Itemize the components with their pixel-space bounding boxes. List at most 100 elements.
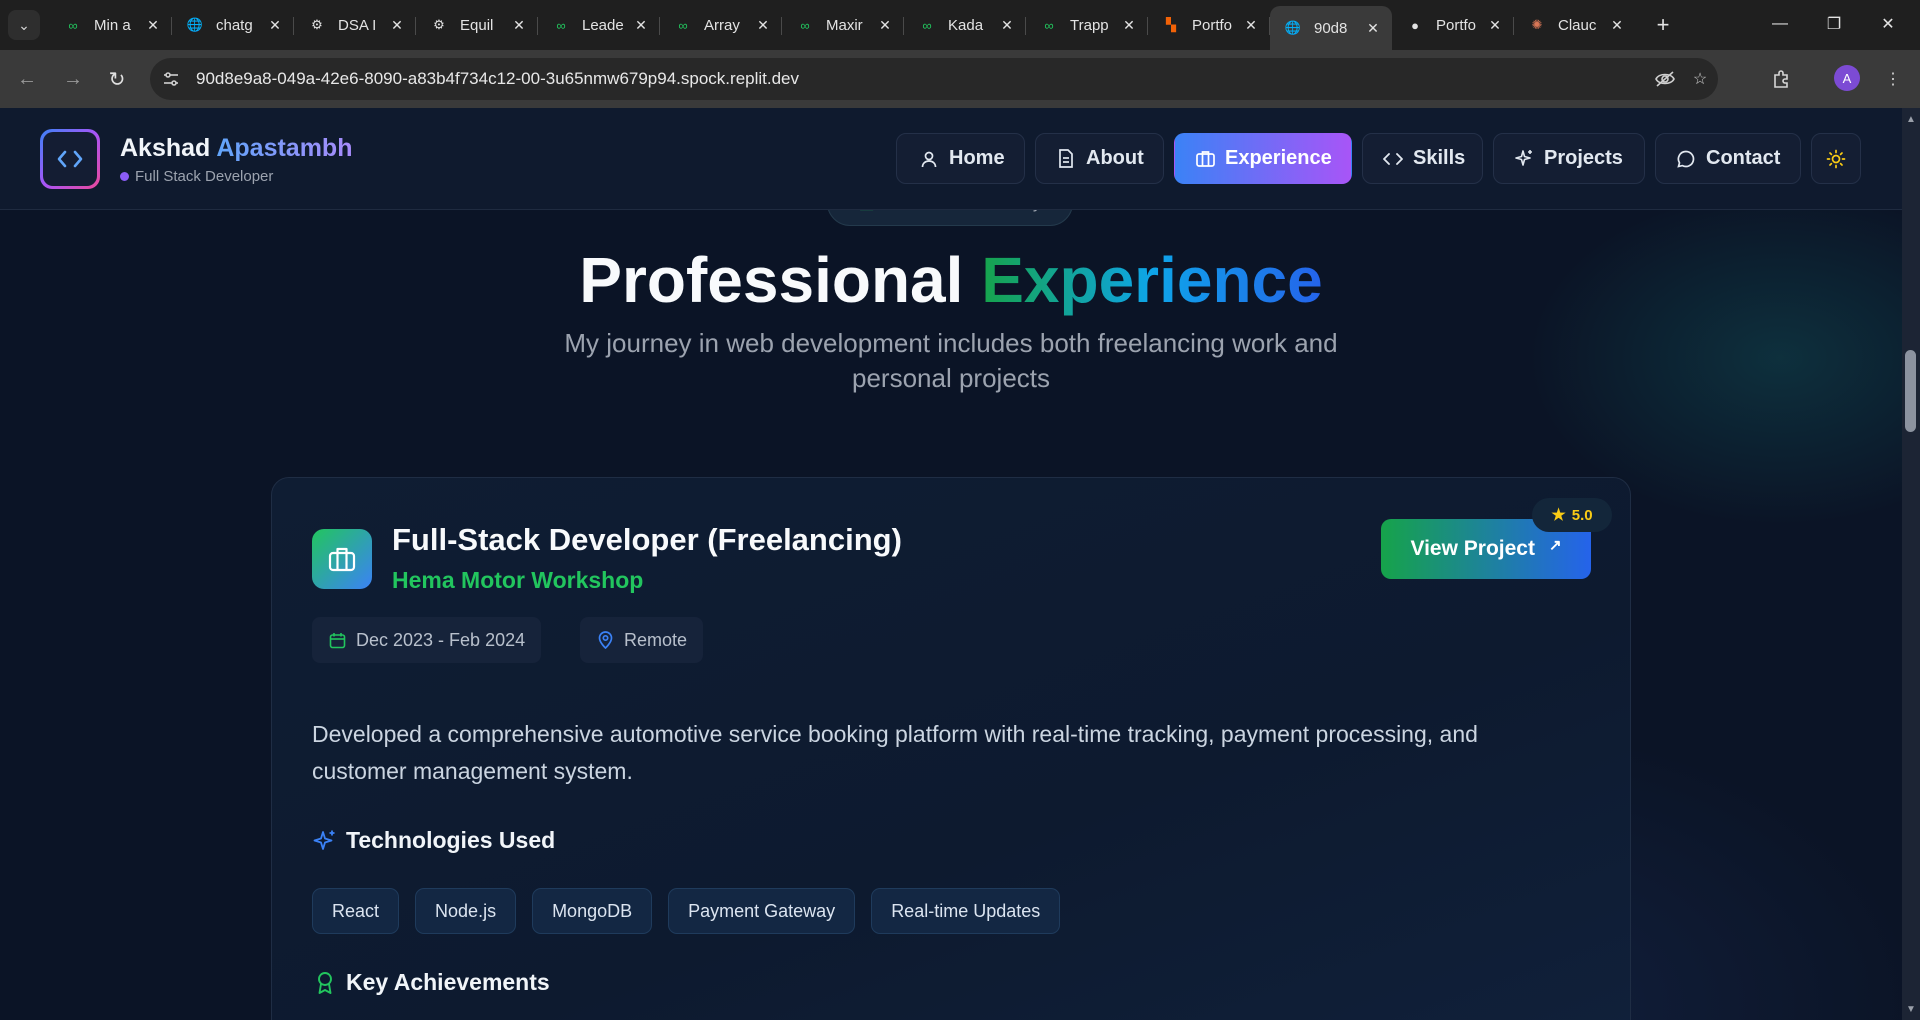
close-window-button[interactable]: ✕ [1860, 0, 1916, 48]
replit-icon: ▚ [1166, 17, 1176, 32]
nav-label: Contact [1706, 147, 1781, 169]
nav-about[interactable]: About [1035, 133, 1164, 184]
tab-title: Leade [582, 16, 624, 34]
view-project-label: View Project [1410, 537, 1535, 560]
tab-title: Maxir [826, 16, 863, 34]
tech-chip: React [312, 888, 400, 934]
scrollbar-thumb[interactable] [1905, 350, 1916, 432]
browser-tab[interactable]: ▚ Portfo ✕ [1148, 6, 1270, 44]
browser-tab[interactable]: ∞ Array ✕ [660, 6, 782, 44]
tab-title: Trapp [1070, 16, 1109, 34]
leetcode-icon: ∞ [922, 17, 932, 33]
star-icon[interactable]: ☆ [1687, 66, 1713, 92]
close-icon[interactable]: ✕ [754, 16, 772, 34]
job-title: Full-Stack Developer (Freelancing) [392, 522, 902, 557]
nav-home[interactable]: Home [896, 133, 1025, 184]
tab-title: Array [704, 16, 740, 34]
role-text: Full Stack Developer [135, 168, 274, 185]
tab-title: Portfo [1192, 16, 1233, 34]
extensions-icon[interactable] [1766, 64, 1796, 94]
profile-avatar[interactable]: A [1834, 65, 1860, 91]
tab-title: Min a [94, 16, 131, 34]
browser-tab[interactable]: ∞ Min a ✕ [50, 6, 172, 44]
code-icon [57, 150, 83, 168]
reload-button[interactable]: ↻ [102, 64, 132, 94]
github-icon: ● [1411, 17, 1419, 33]
eye-off-icon[interactable] [1652, 66, 1678, 92]
close-icon[interactable]: ✕ [388, 16, 406, 34]
restore-button[interactable]: ❐ [1806, 0, 1862, 48]
tab-title: 90d8 [1314, 19, 1348, 37]
nav-contact[interactable]: Contact [1655, 133, 1801, 184]
scroll-up-arrow[interactable]: ▲ [1904, 112, 1918, 126]
site-logo[interactable] [40, 129, 100, 189]
map-pin-icon [596, 631, 614, 649]
close-icon[interactable]: ✕ [1486, 16, 1504, 34]
browser-tab[interactable]: 🌐 chatg ✕ [172, 6, 294, 44]
close-icon[interactable]: ✕ [1608, 16, 1626, 34]
more-menu-icon[interactable]: ⋮ [1878, 64, 1908, 94]
location-pill: Remote [580, 617, 704, 663]
url-text: 90d8e9a8-049a-42e6-8090-a83b4f734c12-00-… [196, 69, 800, 88]
nav-projects[interactable]: Projects [1493, 133, 1645, 184]
sparkles-icon [1514, 149, 1534, 169]
code-icon [1383, 149, 1403, 169]
scroll-down-arrow[interactable]: ▼ [1904, 1002, 1918, 1016]
openai-icon: ⚙ [433, 17, 445, 32]
close-icon[interactable]: ✕ [876, 16, 894, 34]
close-icon[interactable]: ✕ [632, 16, 650, 34]
tab-title: DSA I [338, 16, 377, 34]
address-bar[interactable]: 90d8e9a8-049a-42e6-8090-a83b4f734c12-00-… [150, 58, 1718, 100]
browser-tab[interactable]: ⚙ DSA I ✕ [294, 6, 416, 44]
close-icon[interactable]: ✕ [1242, 16, 1260, 34]
section-title: Technologies Used [346, 827, 556, 853]
forward-button[interactable]: → [58, 64, 88, 94]
browser-tab[interactable]: ∞ Maxir ✕ [782, 6, 904, 44]
browser-tab[interactable]: ∞ Leade ✕ [538, 6, 660, 44]
globe-icon: 🌐 [186, 17, 204, 32]
site-info-icon[interactable] [154, 62, 188, 96]
browser-tab[interactable]: ✺ Clauc ✕ [1514, 6, 1636, 44]
page-title: Professional Experience [0, 243, 1902, 317]
job-description: Developed a comprehensive automotive ser… [312, 721, 1478, 784]
tech-chip: Node.js [415, 888, 517, 934]
browser-tab-strip: ⌄ ∞ Min a ✕ 🌐 chatg ✕ ⚙ DSA I ✕ ⚙ Equil … [0, 0, 1920, 50]
experience-card: Full-Stack Developer (Freelancing) Hema … [271, 477, 1631, 1020]
user-icon [919, 149, 939, 169]
rating-value: 5.0 [1571, 506, 1593, 524]
nav-label: Skills [1413, 147, 1466, 169]
document-icon [1056, 149, 1076, 169]
status-dot [120, 172, 129, 181]
calendar-icon [328, 631, 346, 649]
close-icon[interactable]: ✕ [144, 16, 162, 34]
brand-last-name: Apastambh [216, 134, 353, 162]
close-icon[interactable]: ✕ [1120, 16, 1138, 34]
globe-icon: 🌐 [1284, 20, 1302, 35]
title-accent: Experience [981, 244, 1323, 316]
achievements-heading: Key Achievements [312, 969, 550, 996]
nav-label: About [1086, 147, 1144, 169]
back-button[interactable]: ← [12, 64, 42, 94]
leetcode-icon: ∞ [1044, 17, 1054, 33]
browser-tab[interactable]: ∞ Kada ✕ [904, 6, 1026, 44]
nav-experience[interactable]: Experience [1174, 133, 1352, 184]
page-scrollbar[interactable] [1902, 108, 1920, 1020]
leetcode-icon: ∞ [556, 17, 566, 33]
minimize-button[interactable]: — [1752, 0, 1808, 48]
browser-tab[interactable]: ● Portfo ✕ [1392, 6, 1514, 44]
browser-tab[interactable]: ∞ Trapp ✕ [1026, 6, 1148, 44]
close-icon[interactable]: ✕ [266, 16, 284, 34]
close-icon[interactable]: ✕ [998, 16, 1016, 34]
nav-label: Experience [1225, 147, 1332, 169]
tab-search-button[interactable]: ⌄ [8, 10, 40, 40]
browser-tab-active[interactable]: 🌐 90d8 ✕ [1270, 6, 1392, 50]
close-icon[interactable]: ✕ [1364, 19, 1382, 37]
chat-icon [1676, 149, 1696, 169]
browser-tab[interactable]: ⚙ Equil ✕ [416, 6, 538, 44]
close-icon[interactable]: ✕ [510, 16, 528, 34]
brand-name[interactable]: Akshad Apastambh [120, 134, 352, 163]
technology-list: React Node.js MongoDB Payment Gateway Re… [312, 888, 1061, 934]
theme-toggle-button[interactable] [1811, 133, 1861, 184]
nav-skills[interactable]: Skills [1362, 133, 1483, 184]
new-tab-button[interactable]: + [1650, 12, 1676, 38]
